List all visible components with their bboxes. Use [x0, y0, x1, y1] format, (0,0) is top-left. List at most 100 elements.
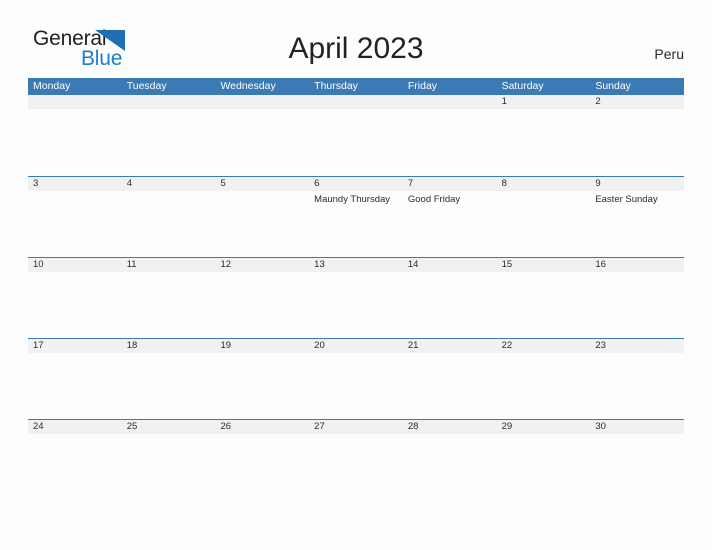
- day-number[interactable]: 19: [215, 339, 309, 353]
- day-number[interactable]: 6: [309, 177, 403, 191]
- day-number[interactable]: 26: [215, 420, 309, 434]
- day-number[interactable]: 1: [497, 95, 591, 109]
- holiday-label: Easter Sunday: [595, 194, 658, 205]
- day-cell[interactable]: [309, 109, 403, 174]
- weekday-header-thursday: Thursday: [314, 80, 358, 92]
- day-cell[interactable]: [28, 434, 122, 499]
- day-cell[interactable]: [497, 353, 591, 418]
- day-number[interactable]: 28: [403, 420, 497, 434]
- week-date-band: 12: [28, 95, 684, 109]
- day-number[interactable]: [122, 95, 216, 109]
- calendar-page: General Blue April 2023 Peru Monday Tuesd…: [0, 0, 712, 550]
- day-cell[interactable]: [590, 353, 684, 418]
- day-number[interactable]: 17: [28, 339, 122, 353]
- day-number[interactable]: 14: [403, 258, 497, 272]
- week-body: [28, 353, 684, 418]
- weekday-header-tuesday: Tuesday: [126, 80, 167, 92]
- day-cell[interactable]: [497, 434, 591, 499]
- page-title: April 2023: [288, 32, 424, 65]
- day-cell[interactable]: [28, 353, 122, 418]
- calendar-week-row: 3 4 5 6 7 8 9 Maundy Thursday Good Friday Easter …: [28, 176, 684, 257]
- day-number[interactable]: [28, 95, 122, 109]
- week-body: [28, 272, 684, 337]
- day-cell[interactable]: [590, 434, 684, 499]
- day-cell[interactable]: Maundy Thursday: [309, 191, 403, 256]
- day-cell[interactable]: [590, 272, 684, 337]
- day-number[interactable]: [403, 95, 497, 109]
- weekday-header-friday: Friday: [407, 80, 438, 92]
- week-date-band: 10 11 12 13 14 15 16: [28, 257, 684, 272]
- weekday-header-row: Monday Tuesday Wednesday Thursday Friday Satu…: [28, 78, 684, 95]
- page-header: General Blue April 2023 Peru: [0, 0, 712, 76]
- day-number[interactable]: 27: [309, 420, 403, 434]
- day-number[interactable]: 16: [590, 258, 684, 272]
- day-number[interactable]: [215, 95, 309, 109]
- day-cell[interactable]: [122, 109, 216, 174]
- day-cell[interactable]: [215, 434, 309, 499]
- day-cell[interactable]: [28, 191, 122, 256]
- calendar-week-row: 12: [28, 95, 684, 176]
- day-cell[interactable]: [215, 272, 309, 337]
- day-cell[interactable]: Good Friday: [403, 191, 497, 256]
- day-cell[interactable]: [122, 191, 216, 256]
- week-date-band: 3456789: [28, 176, 684, 191]
- day-number[interactable]: 11: [122, 258, 216, 272]
- day-number[interactable]: 7: [403, 177, 497, 191]
- day-number[interactable]: 8: [497, 177, 591, 191]
- week-date-band: 24 25 26 27 28 29 30: [28, 419, 684, 434]
- day-number[interactable]: 20: [309, 339, 403, 353]
- weekday-header-monday: Monday: [33, 80, 71, 92]
- day-number[interactable]: 18: [122, 339, 216, 353]
- holiday-label: Good Friday: [407, 194, 461, 205]
- day-cell[interactable]: [215, 191, 309, 256]
- day-cell[interactable]: [309, 272, 403, 337]
- week-body: [28, 434, 684, 499]
- day-cell[interactable]: [309, 353, 403, 418]
- holiday-label: Maundy Thursday: [314, 194, 391, 205]
- day-number[interactable]: 4: [122, 177, 216, 191]
- day-cell[interactable]: [215, 109, 309, 174]
- country-label: Peru: [654, 46, 684, 62]
- day-number[interactable]: 22: [497, 339, 591, 353]
- calendar-weeks: 1 2 3 4 5 6 7 8 9 Maundy Thursday Good Friday Easte…: [28, 95, 684, 500]
- day-number[interactable]: 23: [590, 339, 684, 353]
- day-number[interactable]: 24: [28, 420, 122, 434]
- day-cell[interactable]: [122, 272, 216, 337]
- day-cell[interactable]: [403, 353, 497, 418]
- weekday-header-saturday: Saturday: [501, 80, 544, 92]
- day-number[interactable]: [309, 95, 403, 109]
- day-cell[interactable]: [403, 272, 497, 337]
- calendar-week-row: 10 11 12 13 14 15 16: [28, 257, 684, 338]
- day-cell[interactable]: [122, 353, 216, 418]
- day-cell[interactable]: [403, 109, 497, 174]
- day-cell[interactable]: Easter Sunday: [590, 191, 684, 256]
- day-number[interactable]: 21: [403, 339, 497, 353]
- day-number[interactable]: 10: [28, 258, 122, 272]
- day-number[interactable]: 13: [309, 258, 403, 272]
- day-cell[interactable]: [309, 434, 403, 499]
- calendar-grid: Monday Tuesday Wednesday Thursday Friday Satu…: [28, 78, 684, 500]
- week-body: Maundy Thursday Good Friday Easter Sunday: [28, 191, 684, 256]
- day-cell[interactable]: [215, 353, 309, 418]
- day-number[interactable]: 9: [590, 177, 684, 191]
- day-number[interactable]: 25: [122, 420, 216, 434]
- week-body: [28, 109, 684, 174]
- day-cell[interactable]: [590, 109, 684, 174]
- day-number[interactable]: 15: [497, 258, 591, 272]
- day-number[interactable]: 2: [590, 95, 684, 109]
- day-number[interactable]: 5: [215, 177, 309, 191]
- day-number[interactable]: 12: [215, 258, 309, 272]
- day-cell[interactable]: [497, 272, 591, 337]
- day-cell[interactable]: [28, 109, 122, 174]
- weekday-header-sunday: Sunday: [595, 80, 631, 92]
- day-cell[interactable]: [403, 434, 497, 499]
- day-number[interactable]: 3: [28, 177, 122, 191]
- day-cell[interactable]: [122, 434, 216, 499]
- day-number[interactable]: 30: [590, 420, 684, 434]
- day-cell[interactable]: [497, 191, 591, 256]
- calendar-week-row: 24 25 26 27 28 29 30: [28, 419, 684, 500]
- day-cell[interactable]: [497, 109, 591, 174]
- day-cell[interactable]: [28, 272, 122, 337]
- calendar-week-row: 17 18 19 20 21 22 23: [28, 338, 684, 419]
- day-number[interactable]: 29: [497, 420, 591, 434]
